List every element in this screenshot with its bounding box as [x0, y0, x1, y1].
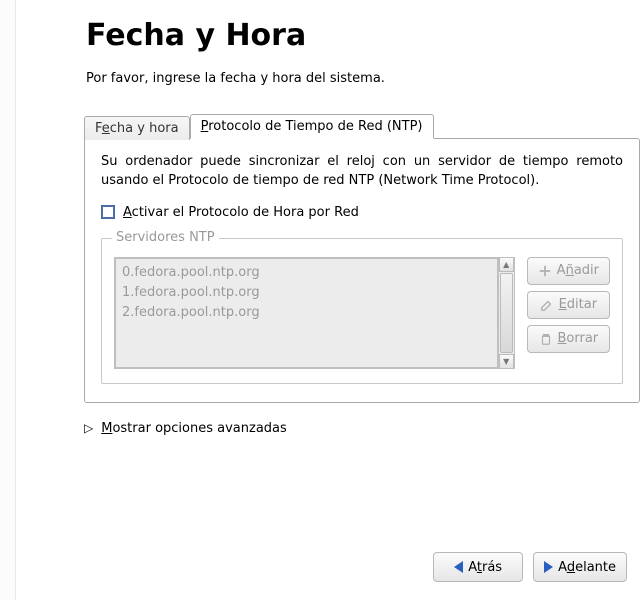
scroll-thumb[interactable] — [500, 273, 513, 353]
tab-datetime[interactable]: Fecha y hora — [84, 116, 190, 140]
trash-icon — [539, 332, 553, 346]
ntp-servers-fieldset: Servidores NTP 0.fedora.pool.ntp.org 1.f… — [101, 238, 623, 384]
plus-icon — [538, 264, 552, 278]
ntp-description: Su ordenador puede sincronizar el reloj … — [101, 153, 623, 191]
installer-sidebar-strip — [0, 0, 16, 600]
ntp-servers-legend: Servidores NTP — [112, 230, 219, 245]
ntp-server-list-wrap: 0.fedora.pool.ntp.org 1.fedora.pool.ntp.… — [114, 257, 515, 369]
page-subtitle: Por favor, ingrese la fecha y hora del s… — [86, 71, 621, 86]
main-content: Fecha y Hora Por favor, ingrese la fecha… — [16, 0, 641, 600]
advanced-options-expander[interactable]: ▷ Mostrar opciones avanzadas — [84, 421, 621, 436]
tab-container: Fecha y hora Protocolo de Tiempo de Red … — [84, 114, 640, 403]
pencil-icon — [540, 298, 554, 312]
tab-ntp[interactable]: Protocolo de Tiempo de Red (NTP) — [190, 114, 434, 139]
advanced-options-label: Mostrar opciones avanzadas — [101, 421, 287, 436]
scroll-up-button[interactable]: ▲ — [499, 258, 514, 272]
server-buttons-column: Añadir Editar Borrar — [527, 257, 610, 353]
wizard-footer: Atrás Adelante — [433, 552, 627, 582]
add-server-button[interactable]: Añadir — [527, 257, 610, 285]
back-button[interactable]: Atrás — [433, 552, 523, 582]
enable-ntp-checkbox[interactable] — [101, 205, 115, 219]
arrow-left-icon — [454, 561, 463, 573]
chevron-right-icon: ▷ — [84, 421, 93, 435]
tab-pane-ntp: Su ordenador puede sincronizar el reloj … — [84, 138, 640, 403]
enable-ntp-label: Activar el Protocolo de Hora por Red — [123, 205, 359, 220]
enable-ntp-row[interactable]: Activar el Protocolo de Hora por Red — [101, 205, 623, 220]
scroll-down-button[interactable]: ▼ — [499, 354, 514, 368]
delete-server-button[interactable]: Borrar — [527, 325, 610, 353]
page-title: Fecha y Hora — [86, 18, 621, 53]
server-scrollbar[interactable]: ▲ ▼ — [499, 257, 515, 369]
list-item[interactable]: 0.fedora.pool.ntp.org — [122, 263, 491, 283]
forward-button[interactable]: Adelante — [533, 552, 627, 582]
list-item[interactable]: 1.fedora.pool.ntp.org — [122, 283, 491, 303]
edit-server-button[interactable]: Editar — [527, 291, 610, 319]
ntp-servers-area: 0.fedora.pool.ntp.org 1.fedora.pool.ntp.… — [114, 257, 610, 369]
tab-strip: Fecha y hora Protocolo de Tiempo de Red … — [84, 114, 640, 138]
list-item[interactable]: 2.fedora.pool.ntp.org — [122, 303, 491, 323]
arrow-right-icon — [544, 561, 553, 573]
ntp-server-list[interactable]: 0.fedora.pool.ntp.org 1.fedora.pool.ntp.… — [114, 257, 499, 369]
